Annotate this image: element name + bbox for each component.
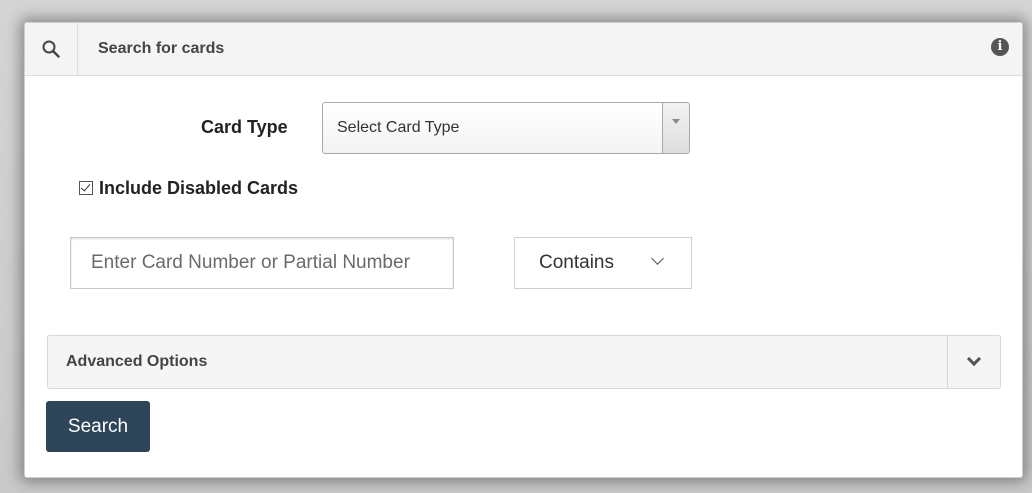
card-type-select[interactable]: Select Card Type: [322, 102, 690, 154]
card-type-selected-value: Select Card Type: [337, 119, 460, 136]
match-mode-select[interactable]: Contains: [514, 237, 692, 289]
card-type-dropdown-toggle[interactable]: [662, 103, 689, 153]
chevron-down-icon: [966, 351, 982, 367]
header-search-button[interactable]: [25, 23, 78, 75]
advanced-options-toggle[interactable]: [947, 336, 1000, 388]
search-icon: [42, 40, 60, 58]
include-disabled-row: Include Disabled Cards: [79, 177, 298, 199]
panel-title: Search for cards: [98, 40, 225, 57]
include-disabled-label[interactable]: Include Disabled Cards: [99, 178, 298, 199]
card-type-label: Card Type: [201, 117, 288, 137]
card-number-input[interactable]: [70, 237, 454, 289]
include-disabled-checkbox[interactable]: [79, 181, 93, 195]
info-icon[interactable]: i: [991, 38, 1009, 56]
advanced-options-panel[interactable]: Advanced Options: [47, 335, 1001, 389]
match-mode-selected-value: Contains: [539, 252, 614, 273]
panel-header: Search for cards i: [25, 23, 1022, 76]
chevron-down-icon: [651, 252, 664, 265]
search-button[interactable]: Search: [46, 401, 150, 452]
advanced-options-label: Advanced Options: [66, 353, 208, 370]
search-panel: Search for cards i Card Type Select Card…: [24, 22, 1023, 478]
caret-down-icon: [672, 119, 680, 124]
